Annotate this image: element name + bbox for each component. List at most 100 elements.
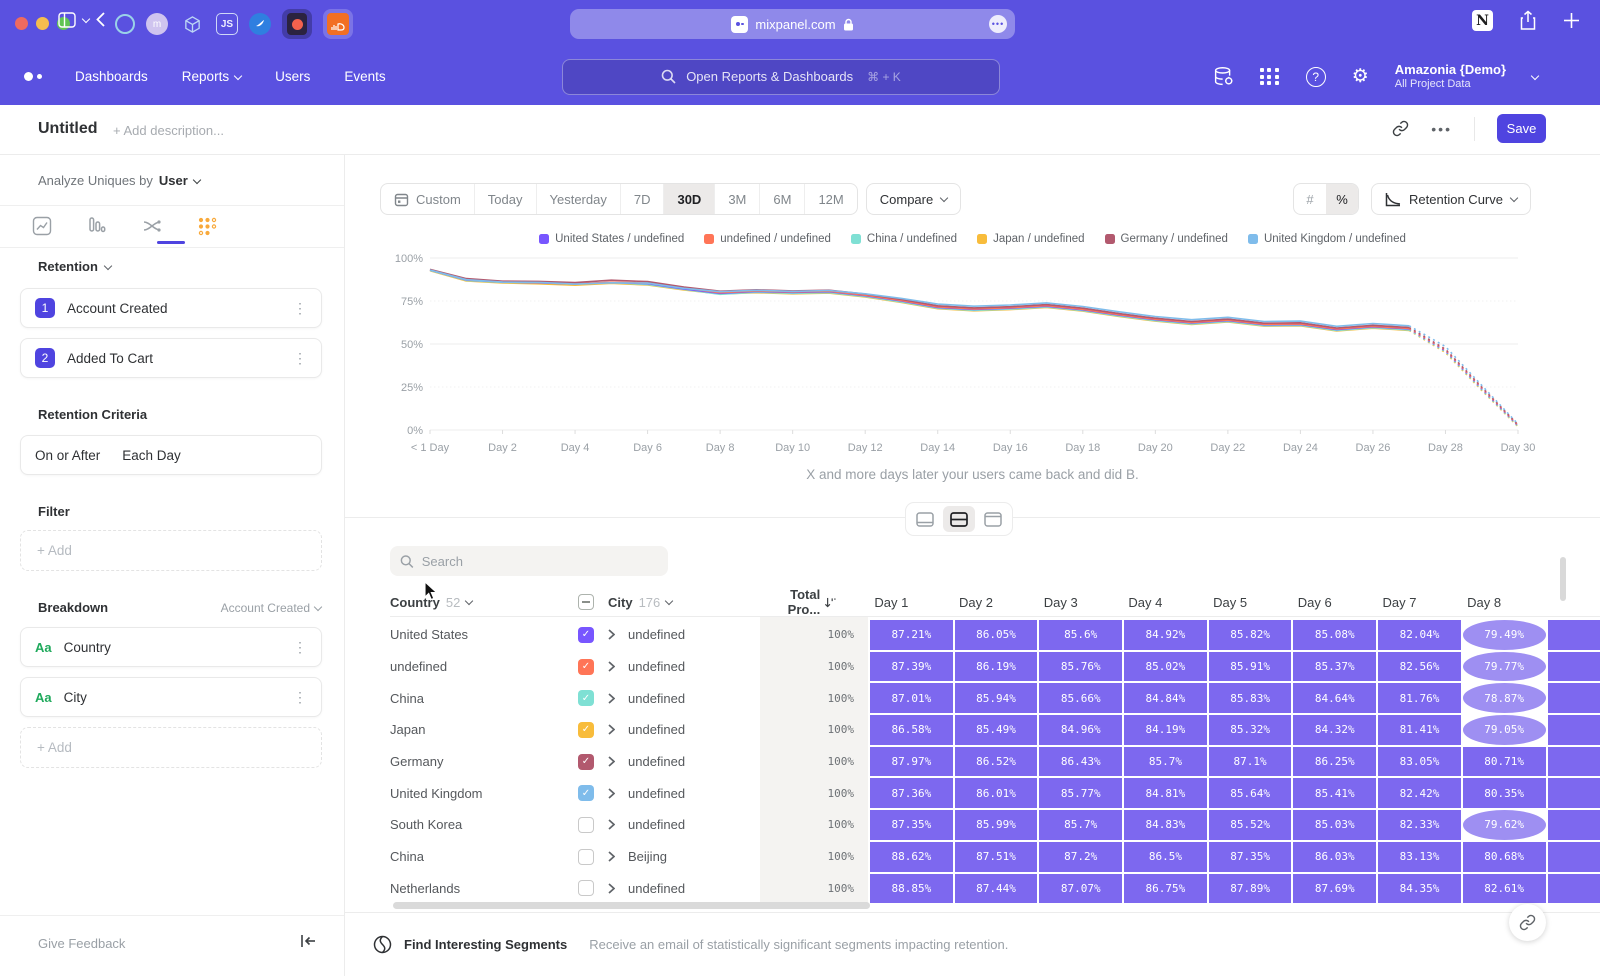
series-line[interactable]	[430, 270, 1409, 329]
compare-button[interactable]: Compare	[866, 183, 961, 215]
data-management-icon[interactable]	[1213, 66, 1234, 87]
row-checkbox-checked[interactable]: ✓	[578, 690, 594, 706]
pinned-tab-dark-icon[interactable]	[282, 9, 312, 39]
retention-line-chart[interactable]: 100%75%50%25%0%< 1 DayDay 2Day 4Day 6Day…	[390, 252, 1550, 464]
row-checkbox-checked[interactable]: ✓	[578, 659, 594, 675]
pinned-tab-orange-icon[interactable]	[323, 9, 353, 39]
column-header-day-2[interactable]: Day 2	[935, 595, 1018, 610]
vertical-scrollbar[interactable]	[1560, 557, 1566, 601]
cell-retention-value[interactable]: 84.83%	[1124, 810, 1207, 840]
extension-m-icon[interactable]: m	[146, 13, 168, 35]
cell-retention-value[interactable]: 87.1%	[1209, 747, 1292, 777]
cell-retention-value[interactable]: 85.66%	[1039, 683, 1122, 713]
nav-item-users[interactable]: Users	[275, 69, 310, 84]
sidebar-toggle-icon[interactable]	[58, 12, 89, 28]
legend-item[interactable]: China / undefined	[851, 233, 957, 245]
cell-retention-value[interactable]: 85.6%	[1039, 620, 1122, 650]
cell-retention-value[interactable]: 86.5%	[1124, 842, 1207, 872]
cell-retention-value[interactable]: 81.41%	[1378, 715, 1461, 745]
cell-retention-value[interactable]: 85.7%	[1039, 810, 1122, 840]
table-row[interactable]: South Koreaundefined100%87.35%85.99%85.7…	[390, 810, 1600, 840]
column-header-day-7[interactable]: Day 7	[1358, 595, 1441, 610]
range-today[interactable]: Today	[475, 184, 537, 214]
cell-retention-value[interactable]: 85.64%	[1209, 778, 1292, 808]
new-tab-icon[interactable]	[1563, 12, 1580, 29]
range-custom[interactable]: Custom	[381, 184, 475, 214]
layout-table-only-button[interactable]	[977, 506, 1009, 532]
cell-retention-value[interactable]: 84.84%	[1124, 683, 1207, 713]
cell-retention-value[interactable]: 78.87%	[1463, 683, 1546, 713]
cell-retention-value[interactable]: 83.13%	[1378, 842, 1461, 872]
cell-retention-value[interactable]: 86.75%	[1124, 874, 1207, 904]
cell-retention-value[interactable]: 86.43%	[1039, 747, 1122, 777]
series-line[interactable]	[430, 270, 1409, 326]
retention-section-header[interactable]: Retention	[38, 259, 111, 274]
row-checkbox[interactable]	[578, 880, 594, 896]
cell-retention-value[interactable]: 87.21%	[870, 620, 953, 650]
row-checkbox-checked[interactable]: ✓	[578, 627, 594, 643]
cell-retention-value[interactable]: 80.35%	[1463, 778, 1546, 808]
cell-retention-value[interactable]: 87.2%	[1039, 842, 1122, 872]
cell-retention-value[interactable]: 82.61%	[1463, 874, 1546, 904]
legend-item[interactable]: undefined / undefined	[704, 233, 831, 245]
cell-retention-value[interactable]: 85.02%	[1124, 652, 1207, 682]
legend-item[interactable]: United Kingdom / undefined	[1248, 233, 1406, 245]
back-button[interactable]	[96, 12, 105, 27]
cell-retention-value[interactable]: 79.77%	[1463, 652, 1546, 682]
cell-retention-value[interactable]: 85.41%	[1293, 778, 1376, 808]
column-header-city[interactable]: City 176	[608, 595, 760, 610]
cell-retention-value[interactable]: 86.52%	[955, 747, 1038, 777]
cell-retention-value[interactable]: 79.62%	[1463, 810, 1546, 840]
retention-step-1[interactable]: 1 Account Created ⋮	[20, 288, 322, 328]
cell-retention-value[interactable]: 79.05%	[1463, 715, 1546, 745]
cell-retention-value[interactable]: 86.58%	[870, 715, 953, 745]
criteria-interval[interactable]: Each Day	[122, 448, 181, 463]
cell-retention-value[interactable]: 85.08%	[1293, 620, 1376, 650]
cell-retention-value[interactable]: 85.91%	[1209, 652, 1292, 682]
expand-chevron-icon[interactable]	[608, 851, 628, 862]
chart-type-dropdown[interactable]: Retention Curve	[1371, 183, 1531, 215]
retention-step-2[interactable]: 2 Added To Cart ⋮	[20, 338, 322, 378]
close-window-button[interactable]	[15, 17, 28, 30]
report-title[interactable]: Untitled	[38, 120, 98, 138]
cell-retention-value[interactable]: 87.35%	[870, 810, 953, 840]
notion-extension-icon[interactable]: N	[1472, 10, 1493, 31]
step-event-name[interactable]: Account Created	[67, 301, 168, 316]
cell-retention-value[interactable]: 85.37%	[1293, 652, 1376, 682]
cell-retention-value[interactable]: 87.36%	[870, 778, 953, 808]
tab-insights[interactable]	[26, 211, 58, 241]
expand-chevron-icon[interactable]	[608, 693, 628, 704]
cell-retention-value[interactable]: 82.42%	[1378, 778, 1461, 808]
extension-ring-icon[interactable]	[115, 14, 135, 34]
cell-retention-value[interactable]: 86.01%	[955, 778, 1038, 808]
kebab-menu-icon[interactable]: ⋮	[293, 300, 307, 317]
column-header-day-6[interactable]: Day 6	[1273, 595, 1356, 610]
report-description-placeholder[interactable]: + Add description...	[113, 123, 224, 138]
unit-absolute-button[interactable]: #	[1294, 184, 1326, 214]
table-row[interactable]: ChinaBeijing100%88.62%87.51%87.2%86.5%87…	[390, 842, 1600, 872]
cell-retention-value[interactable]: 87.35%	[1209, 842, 1292, 872]
cell-retention-value[interactable]: 87.01%	[870, 683, 953, 713]
cell-retention-value[interactable]: 82.56%	[1378, 652, 1461, 682]
cell-retention-value[interactable]: 86.03%	[1293, 842, 1376, 872]
extension-js-icon[interactable]: JS	[216, 13, 238, 35]
table-row[interactable]: United States✓undefined100%87.21%86.05%8…	[390, 620, 1600, 650]
mixpanel-logo[interactable]	[24, 72, 42, 81]
row-checkbox-checked[interactable]: ✓	[578, 785, 594, 801]
legend-item[interactable]: Germany / undefined	[1105, 233, 1228, 245]
cell-retention-value[interactable]: 85.94%	[955, 683, 1038, 713]
kebab-menu-icon[interactable]: ⋮	[293, 639, 307, 656]
share-link-fab[interactable]	[1509, 904, 1546, 941]
range-7d[interactable]: 7D	[621, 184, 665, 214]
row-checkbox-checked[interactable]: ✓	[578, 722, 594, 738]
more-options-icon[interactable]: •••	[1431, 121, 1452, 137]
address-bar[interactable]: mixpanel.com •••	[570, 9, 1015, 39]
cell-retention-value[interactable]: 87.44%	[955, 874, 1038, 904]
cell-retention-value[interactable]: 85.03%	[1293, 810, 1376, 840]
nav-item-events[interactable]: Events	[344, 69, 385, 84]
copy-link-icon[interactable]	[1392, 120, 1409, 137]
row-checkbox-checked[interactable]: ✓	[578, 754, 594, 770]
cell-retention-value[interactable]: 85.83%	[1209, 683, 1292, 713]
cell-retention-value[interactable]: 85.99%	[955, 810, 1038, 840]
cell-retention-value[interactable]: 82.33%	[1378, 810, 1461, 840]
